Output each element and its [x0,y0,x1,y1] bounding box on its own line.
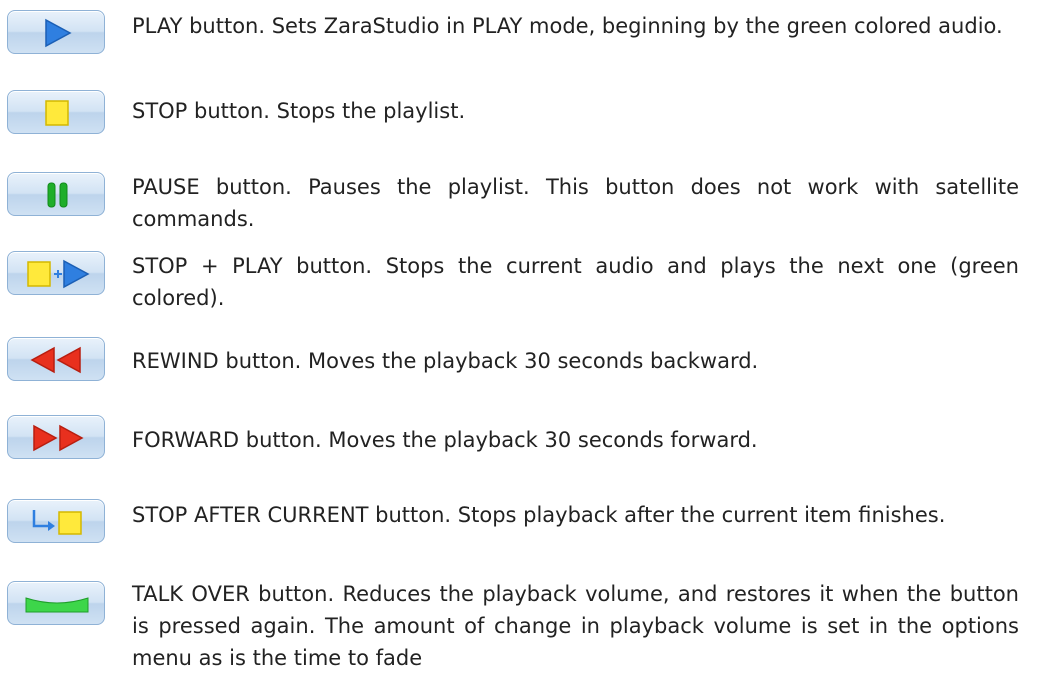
stop-after-current-icon [32,510,82,535]
stop-play-button[interactable] [7,251,105,295]
stop-after-current-button-description: STOP AFTER CURRENT button. Stops playbac… [132,503,946,527]
stop-button[interactable] [7,90,105,134]
play-button[interactable] [7,10,105,54]
talk-over-icon [25,597,89,613]
button-reference-page: PLAY button. Sets ZaraStudio in PLAY mod… [0,0,1061,670]
forward-icon [33,424,84,452]
stop-icon [45,100,69,126]
stop-play-icon [27,259,90,289]
forward-button-description: FORWARD button. Moves the playback 30 se… [132,428,758,452]
stop-play-button-description: STOP + PLAY button. Stops the current au… [132,254,1019,310]
talk-over-button[interactable] [7,581,105,625]
stop-button-description: STOP button. Stops the playlist. [132,99,466,123]
stop-after-current-button[interactable] [7,499,105,543]
rewind-button[interactable] [7,337,105,381]
talk-over-button-description: TALK OVER button. Reduces the playback v… [132,582,1019,670]
pause-button-description: PAUSE button. Pauses the playlist. This … [132,175,1019,231]
rewind-button-description: REWIND button. Moves the playback 30 sec… [132,349,759,373]
play-button-description: PLAY button. Sets ZaraStudio in PLAY mod… [132,14,1003,38]
pause-button[interactable] [7,172,105,216]
play-icon [45,18,72,48]
pause-icon [47,182,68,208]
rewind-icon [30,346,81,374]
forward-button[interactable] [7,415,105,459]
